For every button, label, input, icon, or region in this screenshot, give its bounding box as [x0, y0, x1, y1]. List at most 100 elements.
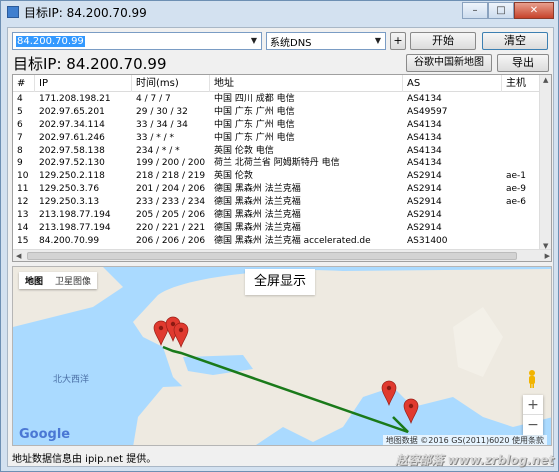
table-cell: 234 / * / *: [136, 145, 180, 156]
table-cell: 213.198.77.194: [39, 210, 111, 221]
google-map-button[interactable]: 谷歌中国新地图: [406, 54, 492, 72]
table-row[interactable]: 8 202.97.58.138 234 / * / * 英国 伦敦 电信 AS4134: [13, 145, 551, 158]
table-cell: 4 / 7 / 7: [136, 94, 171, 104]
table-cell: 14: [17, 222, 29, 233]
zoom-in-button[interactable]: +: [523, 395, 543, 415]
table-cell: 英国 伦敦: [214, 171, 253, 182]
table-cell: 8: [17, 145, 23, 156]
add-button[interactable]: +: [390, 32, 406, 50]
table-cell: AS4134: [407, 132, 442, 143]
scroll-thumb[interactable]: [27, 252, 517, 260]
ip-input[interactable]: 84.200.70.99 ▼: [12, 32, 262, 50]
table-cell: AS4134: [407, 94, 442, 104]
table-row[interactable]: 11 129.250.3.76 201 / 204 / 206 德国 黑森州 法兰克福…: [13, 183, 551, 196]
col-header-time[interactable]: 时间(ms): [132, 75, 210, 92]
google-logo[interactable]: Google: [19, 427, 70, 442]
table-row[interactable]: 12 129.250.3.13 233 / 233 / 234 德国 黑森州 法兰克福…: [13, 196, 551, 209]
footer-note: 地址数据信息由 ipip.net 提供。: [12, 454, 157, 465]
map-attribution[interactable]: 地图数据 ©2016 GS(2011)6020 使用条款: [382, 435, 547, 445]
table-cell: 205 / 205 / 206: [136, 210, 206, 221]
col-header-address[interactable]: 地址: [210, 75, 403, 92]
table-row[interactable]: 13 213.198.77.194 205 / 205 / 206 德国 黑森州 法兰…: [13, 209, 551, 222]
chevron-down-icon[interactable]: ▼: [247, 33, 261, 49]
table-cell: 5: [17, 106, 23, 117]
pegman-icon[interactable]: [525, 369, 539, 389]
horizontal-scrollbar[interactable]: ◀ ▶: [13, 249, 551, 261]
watermark: 赵容部落 www.zrblog.net: [395, 453, 554, 467]
trace-table: # IP 时间(ms) 地址 AS 主机 4 171.208.198.21 4 / …: [12, 74, 552, 262]
app-window: 目标IP: 84.200.70.99 – □ ✕ 84.200.70.99 ▼ …: [0, 0, 559, 472]
table-row[interactable]: 7 202.97.61.246 33 / * / * 中国 广东 广州 电信 AS413…: [13, 132, 551, 145]
table-cell: 中国 四川 成都 电信: [214, 94, 295, 104]
map-marker-dot: [386, 385, 392, 391]
table-cell: 206 / 206 / 206: [136, 235, 206, 246]
col-header-index[interactable]: #: [13, 75, 35, 92]
export-button[interactable]: 导出: [497, 54, 549, 72]
maximize-button[interactable]: □: [488, 2, 514, 19]
map-marker-dot: [170, 321, 176, 327]
table-cell: 213.198.77.194: [39, 222, 111, 233]
table-row[interactable]: 6 202.97.34.114 33 / 34 / 34 中国 广东 广州 电信 AS4…: [13, 119, 551, 132]
dns-select[interactable]: 系统DNS ▼: [266, 32, 386, 50]
close-button[interactable]: ✕: [514, 2, 554, 19]
route-map[interactable]: 北大西洋 地图 卫星图像 全屏显示 + − Google 地图数据 ©2016 …: [12, 266, 552, 446]
table-cell: 6: [17, 119, 23, 130]
map-type-control: 地图 卫星图像: [19, 272, 98, 289]
table-row[interactable]: 14 213.198.77.194 220 / 221 / 221 德国 黑森州 法兰…: [13, 222, 551, 235]
vertical-scrollbar[interactable]: ▲ ▼: [539, 75, 551, 251]
clear-button[interactable]: 清空: [482, 32, 548, 50]
ip-input-value: 84.200.70.99: [16, 35, 85, 47]
table-cell: AS2914: [407, 210, 442, 221]
start-button[interactable]: 开始: [410, 32, 476, 50]
table-cell: 10: [17, 171, 29, 182]
zoom-out-button[interactable]: −: [523, 415, 543, 435]
table-cell: 12: [17, 197, 29, 208]
table-row[interactable]: 9 202.97.52.130 199 / 200 / 200 荷兰 北荷兰省 阿姆斯…: [13, 157, 551, 170]
table-cell: 中国 广东 广州 电信: [214, 119, 295, 130]
map-type-satellite[interactable]: 卫星图像: [49, 272, 97, 289]
table-cell: 233 / 233 / 234: [136, 197, 206, 208]
table-cell: 129.250.3.76: [39, 184, 100, 195]
table-cell: 荷兰 北荷兰省 阿姆斯特丹 电信: [214, 158, 340, 169]
table-cell: AS4134: [407, 119, 442, 130]
table-row[interactable]: 5 202.97.65.201 29 / 30 / 32 中国 广东 广州 电信 AS4…: [13, 106, 551, 119]
scroll-right-icon[interactable]: ▶: [545, 252, 550, 260]
table-cell: 202.97.65.201: [39, 106, 105, 117]
table-cell: AS49597: [407, 106, 448, 117]
table-cell: 202.97.58.138: [39, 145, 105, 156]
dns-select-value: 系统DNS: [270, 37, 312, 49]
scroll-up-icon[interactable]: ▲: [543, 76, 548, 84]
table-row[interactable]: 4 171.208.198.21 4 / 7 / 7 中国 四川 成都 电信 AS413…: [13, 93, 551, 106]
table-cell: 德国 黑森州 法兰克福 accelerated.de: [214, 235, 371, 246]
window-title: 目标IP: 84.200.70.99: [24, 5, 147, 20]
target-ip-label: 目标IP: 84.200.70.99: [13, 55, 167, 73]
table-header: # IP 时间(ms) 地址 AS 主机: [13, 75, 551, 92]
table-cell: 202.97.61.246: [39, 132, 105, 143]
table-cell: 202.97.52.130: [39, 158, 105, 169]
table-cell: AS2914: [407, 171, 442, 182]
table-cell: 218 / 218 / 219: [136, 171, 206, 182]
scroll-left-icon[interactable]: ◀: [16, 252, 21, 260]
col-header-ip[interactable]: IP: [35, 75, 132, 92]
map-marker-dot: [178, 327, 184, 333]
map-type-map[interactable]: 地图: [19, 272, 49, 289]
table-cell: 129.250.2.118: [39, 171, 105, 182]
table-cell: 129.250.3.13: [39, 197, 100, 208]
table-row[interactable]: 15 84.200.70.99 206 / 206 / 206 德国 黑森州 法兰克福…: [13, 235, 551, 248]
table-cell: 英国 伦敦 电信: [214, 145, 274, 156]
minimize-button[interactable]: –: [462, 2, 488, 19]
table-cell: AS2914: [407, 184, 442, 195]
table-cell: 9: [17, 158, 23, 169]
table-cell: AS2914: [407, 222, 442, 233]
table-cell: 德国 黑森州 法兰克福: [214, 222, 301, 233]
table-cell: 202.97.34.114: [39, 119, 105, 130]
table-row[interactable]: 10 129.250.2.118 218 / 218 / 219 英国 伦敦 AS291…: [13, 170, 551, 183]
table-cell: 4: [17, 94, 23, 104]
col-header-as[interactable]: AS: [403, 75, 502, 92]
chevron-down-icon[interactable]: ▼: [371, 33, 385, 49]
table-cell: 33 / * / *: [136, 132, 174, 143]
table-cell: AS4134: [407, 145, 442, 156]
table-cell: AS31400: [407, 235, 448, 246]
fullscreen-button[interactable]: 全屏显示: [245, 269, 315, 295]
table-cell: 7: [17, 132, 23, 143]
